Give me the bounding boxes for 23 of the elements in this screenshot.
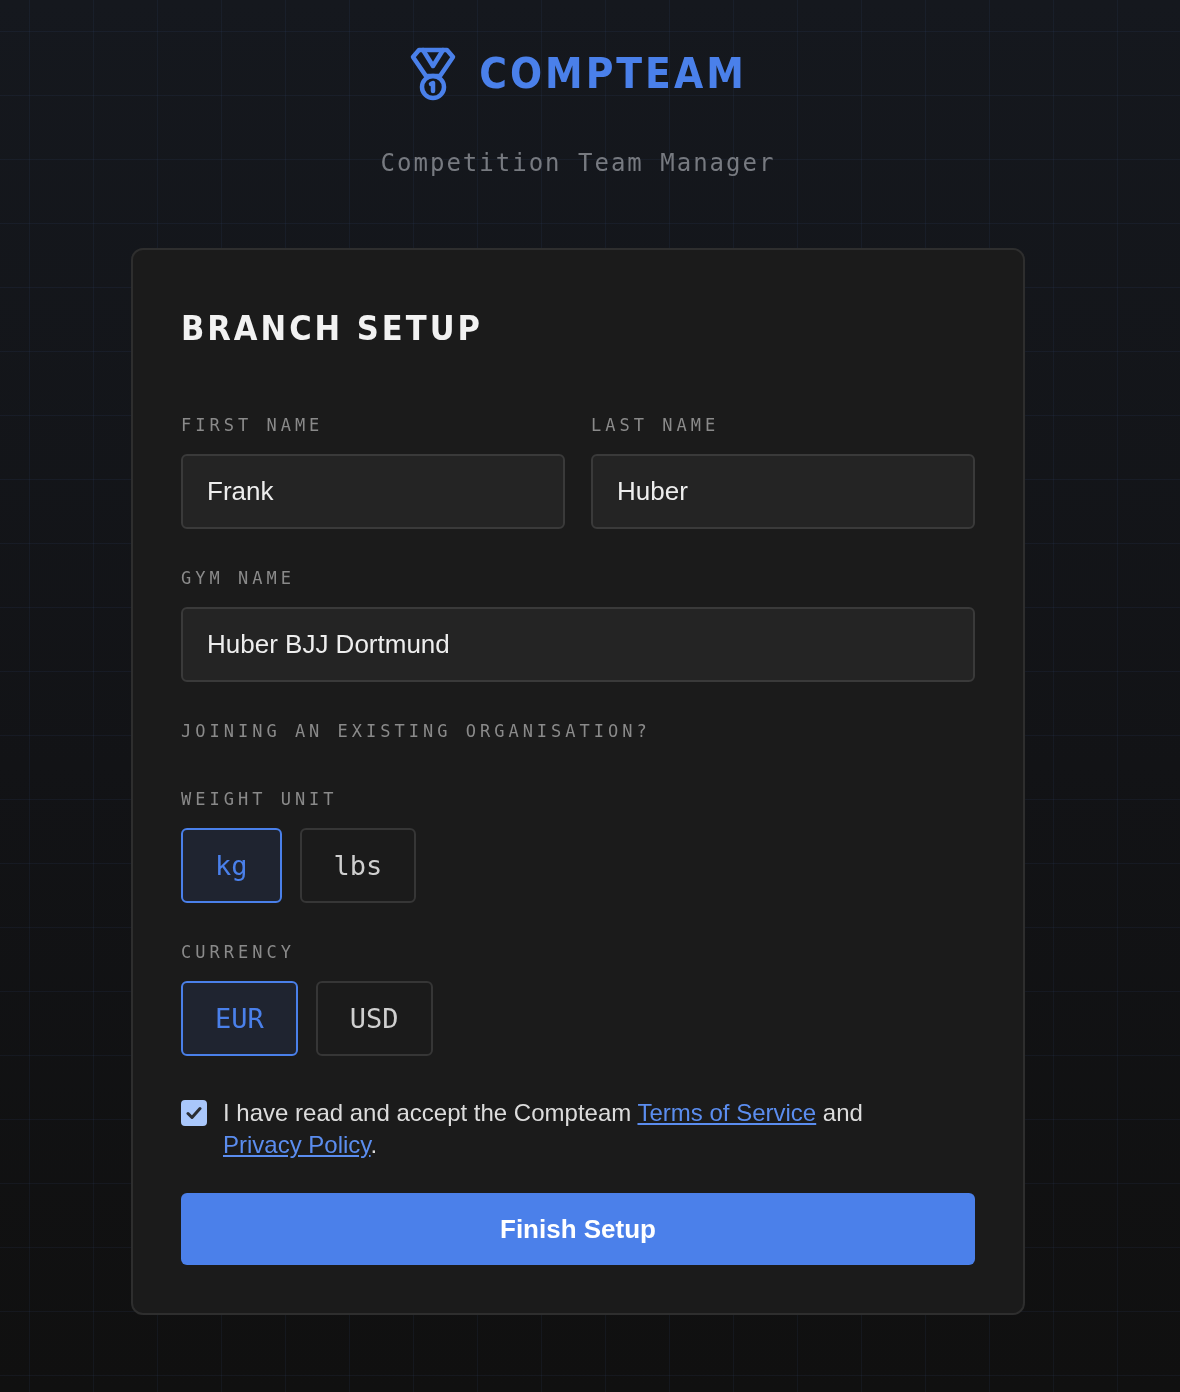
field-label: CURRENCY bbox=[181, 941, 295, 964]
last-name-field[interactable]: Huber bbox=[591, 454, 975, 529]
field-label: LAST NAME bbox=[591, 414, 720, 437]
consent-checkbox[interactable] bbox=[181, 1100, 207, 1126]
brand-name: COMPTEAM bbox=[479, 53, 747, 95]
currency-option[interactable]: EUR bbox=[181, 981, 298, 1056]
field-label: FIRST NAME bbox=[181, 414, 324, 437]
join-organisation-link[interactable]: JOINING AN EXISTING ORGANISATION? bbox=[181, 719, 651, 743]
checkmark-icon bbox=[186, 1106, 202, 1120]
terms-of-service-link[interactable]: Terms of Service bbox=[637, 1099, 817, 1126]
first-name-field[interactable]: Frank bbox=[181, 454, 565, 529]
gym-name-field[interactable]: Huber BJJ Dortmund bbox=[181, 607, 975, 682]
tagline: Competition Team Manager bbox=[380, 148, 776, 178]
currency-option[interactable]: USD bbox=[315, 981, 433, 1056]
privacy-policy-link[interactable]: Privacy Policy bbox=[223, 1131, 371, 1158]
field-label: GYM NAME bbox=[181, 567, 295, 590]
form-title: BRANCH SETUP bbox=[181, 307, 483, 350]
consent-text: I have read and accept the Compteam Terms of Service and Privacy Policy. bbox=[223, 1098, 864, 1160]
finish-setup-button[interactable]: Finish Setup bbox=[181, 1193, 975, 1265]
weight-unit-option[interactable]: lbs bbox=[299, 828, 417, 903]
field-label: WEIGHT UNIT bbox=[181, 788, 338, 811]
weight-unit-option[interactable]: kg bbox=[181, 828, 282, 903]
medal-logo-icon bbox=[409, 47, 458, 101]
